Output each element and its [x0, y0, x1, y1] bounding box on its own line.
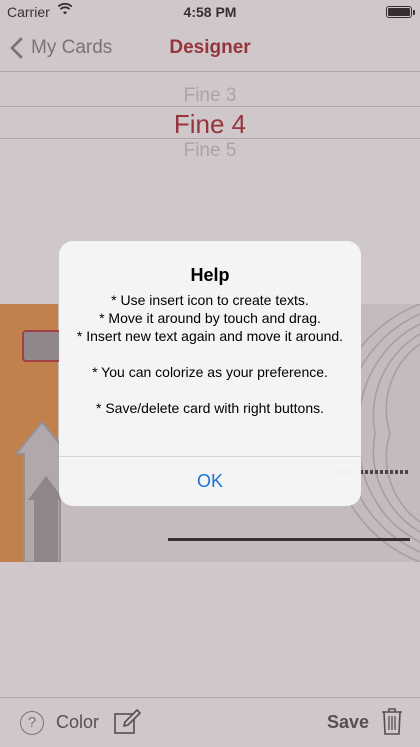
alert-message: * Use insert icon to create texts. * Mov…: [71, 291, 349, 417]
alert-title: Help: [190, 265, 230, 285]
alert-message-line: * Use insert icon to create texts.: [111, 292, 309, 308]
alert-message-line: * Insert new text again and move it arou…: [76, 328, 344, 344]
alert-message-line: * Save/delete card with right buttons.: [95, 400, 325, 416]
alert-message-line: * Move it around by touch and drag.: [99, 310, 321, 326]
alert-message-line: [71, 381, 349, 399]
ok-button[interactable]: OK: [59, 457, 361, 506]
alert-message-line: * You can colorize as your preference.: [92, 364, 328, 380]
help-alert: Help * Use insert icon to create texts. …: [59, 241, 361, 506]
alert-message-line: [71, 345, 349, 363]
